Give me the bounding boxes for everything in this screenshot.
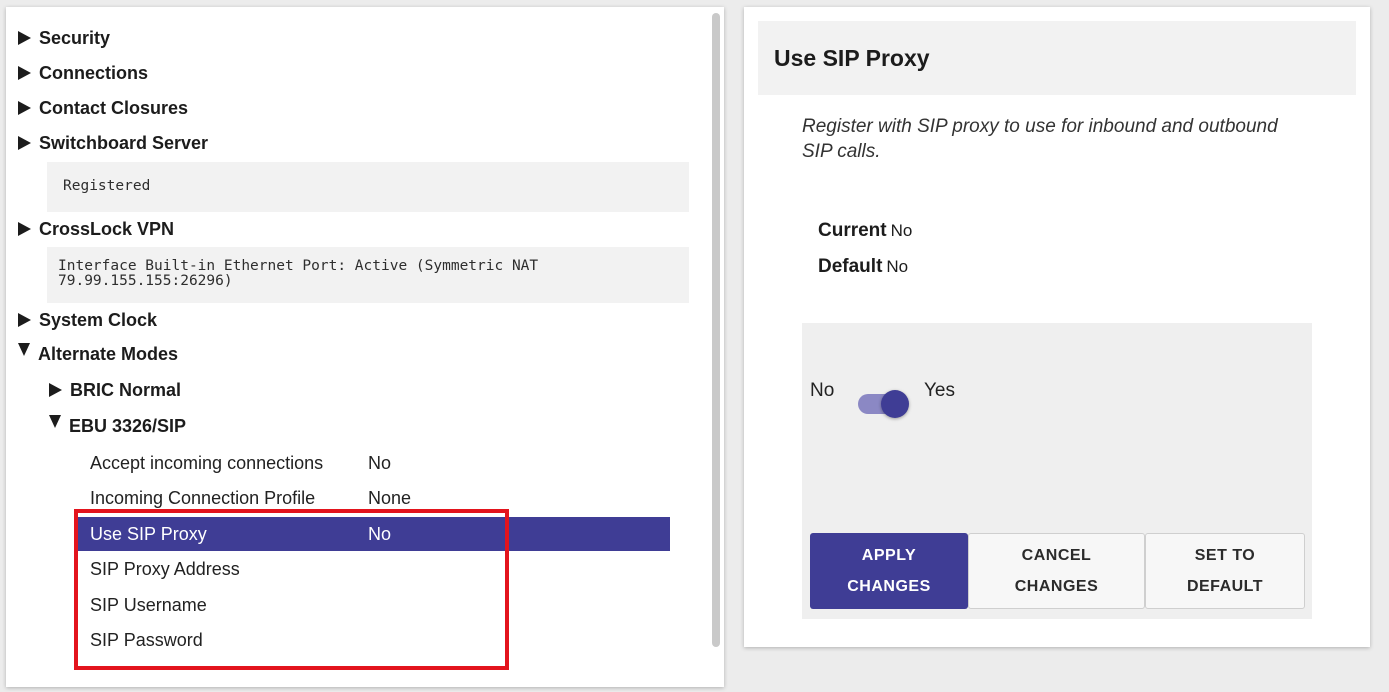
tree-item-label: Security — [39, 27, 111, 48]
set-to-default-button[interactable]: SET TO DEFAULT — [1145, 533, 1305, 609]
edit-controls-area: No Yes APPLY CHANGES CANCEL CHANGES SET … — [802, 323, 1312, 619]
vertical-scrollbar[interactable] — [712, 13, 720, 647]
tree-item-label: Connections — [39, 62, 149, 83]
default-value: No — [886, 257, 909, 276]
tree-item-security[interactable]: Security — [18, 22, 110, 54]
tree-item-label: System Clock — [39, 309, 158, 330]
tree-item-label: Contact Closures — [39, 97, 189, 118]
expand-arrow-icon[interactable] — [18, 313, 31, 327]
tree-item-system-clock[interactable]: System Clock — [18, 304, 157, 336]
detail-description: Register with SIP proxy to use for inbou… — [802, 116, 1278, 162]
default-label: Default — [818, 256, 883, 277]
tree-item-connections[interactable]: Connections — [18, 57, 148, 89]
current-value: No — [890, 221, 913, 240]
tree-item-bric-normal[interactable]: BRIC Normal — [49, 374, 181, 406]
current-label: Current — [818, 220, 887, 241]
setting-detail-panel: Use SIP Proxy Register with SIP proxy to… — [744, 7, 1370, 647]
tree-item-contact-closures[interactable]: Contact Closures — [18, 92, 188, 124]
tree-item-label: Switchboard Server — [39, 132, 209, 153]
apply-changes-button[interactable]: APPLY CHANGES — [810, 533, 968, 609]
tree-item-label: CrossLock VPN — [39, 218, 175, 239]
collapse-arrow-icon[interactable] — [49, 414, 61, 428]
property-value: None — [368, 487, 412, 508]
expand-arrow-icon[interactable] — [18, 31, 31, 45]
expand-arrow-icon[interactable] — [18, 66, 31, 80]
collapse-arrow-icon[interactable] — [18, 342, 30, 356]
crosslock-status: Interface Built-in Ethernet Port: Active… — [47, 247, 689, 303]
toggle-on-label: Yes — [924, 380, 955, 401]
toggle-off-label: No — [810, 380, 835, 401]
property-row-accept-incoming[interactable]: Accept incoming connections No — [76, 446, 670, 480]
expand-arrow-icon[interactable] — [18, 136, 31, 150]
settings-tree-panel: Security Connections Contact Closures Sw… — [6, 7, 724, 687]
switchboard-status: Registered — [47, 162, 689, 212]
expand-arrow-icon[interactable] — [18, 101, 31, 115]
current-value-row: Current No — [818, 220, 912, 242]
tree-item-label: Alternate Modes — [38, 343, 179, 364]
toggle-knob[interactable] — [881, 390, 909, 418]
tree-item-label: EBU 3326/SIP — [69, 415, 187, 436]
property-name: Accept incoming connections — [90, 452, 324, 473]
expand-arrow-icon[interactable] — [49, 383, 62, 397]
cancel-changes-button[interactable]: CANCEL CHANGES — [968, 533, 1145, 609]
tree-item-label: BRIC Normal — [70, 379, 182, 400]
default-value-row: Default No — [818, 256, 908, 278]
detail-title: Use SIP Proxy — [758, 21, 1356, 95]
tree-item-switchboard-server[interactable]: Switchboard Server — [18, 127, 208, 159]
property-name: Incoming Connection Profile — [90, 487, 316, 508]
tree-item-ebu-3326-sip[interactable]: EBU 3326/SIP — [49, 410, 186, 442]
property-value: No — [368, 452, 392, 473]
tree-item-alternate-modes[interactable]: Alternate Modes — [18, 338, 178, 370]
expand-arrow-icon[interactable] — [18, 222, 31, 236]
tree-item-crosslock-vpn[interactable]: CrossLock VPN — [18, 213, 174, 245]
highlight-annotation-frame — [74, 509, 509, 670]
